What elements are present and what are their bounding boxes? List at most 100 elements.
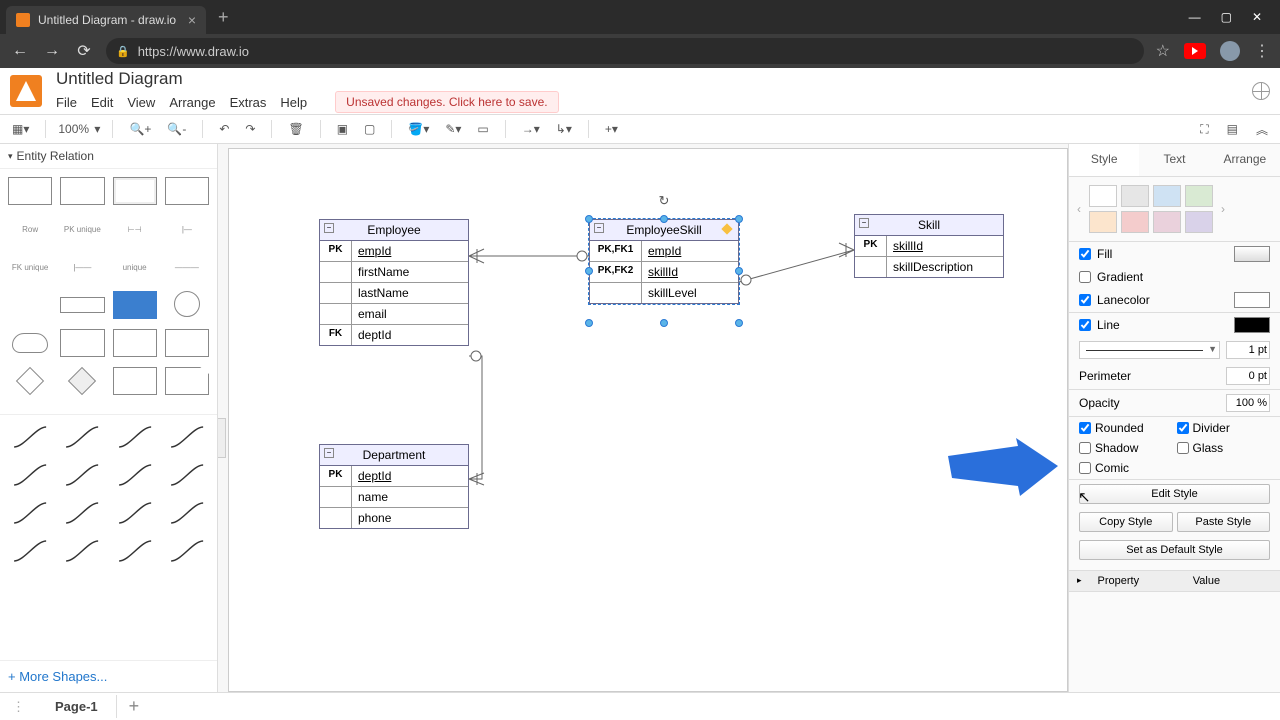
- fullscreen-icon[interactable]: ⛶: [1196, 119, 1212, 140]
- shape-divider[interactable]: ⊢⊣: [113, 215, 157, 243]
- gradient-checkbox[interactable]: [1079, 271, 1091, 283]
- shape-table-4[interactable]: [165, 177, 209, 205]
- more-shapes-button[interactable]: + More Shapes...: [0, 660, 217, 692]
- fill-checkbox[interactable]: [1079, 248, 1091, 260]
- profile-avatar[interactable]: [1220, 41, 1240, 61]
- star-icon[interactable]: ☆: [1156, 41, 1170, 61]
- line-width-input[interactable]: [1226, 341, 1270, 359]
- selection-handle[interactable]: [660, 319, 668, 327]
- shape-bar[interactable]: |—: [165, 215, 209, 243]
- canvas[interactable]: −Employee PKempIdfirstNamelastNameemailF…: [218, 144, 1068, 692]
- entity-employeeskill[interactable]: −EmployeeSkill PK,FK1empIdPK,FK2skillIds…: [589, 219, 739, 304]
- zoom-out-icon[interactable]: 🔍-: [163, 120, 190, 138]
- shape-table-2[interactable]: [60, 177, 104, 205]
- shape-connector[interactable]: [8, 423, 52, 451]
- entity-employee[interactable]: −Employee PKempIdfirstNamelastNameemailF…: [319, 219, 469, 346]
- to-back-button[interactable]: ▢: [360, 120, 379, 138]
- opacity-input[interactable]: [1226, 394, 1270, 412]
- rounded-checkbox[interactable]: [1079, 422, 1091, 434]
- selection-handle[interactable]: [585, 267, 593, 275]
- entity-row[interactable]: skillLevel: [590, 283, 738, 303]
- selection-handle[interactable]: [585, 319, 593, 327]
- shape-connector[interactable]: [165, 537, 209, 565]
- zoom-in-icon[interactable]: 🔍+: [125, 120, 155, 138]
- page-tab[interactable]: Page-1: [37, 695, 117, 718]
- line-checkbox[interactable]: [1079, 319, 1091, 331]
- shape-line-1[interactable]: |——: [60, 253, 104, 281]
- paste-style-button[interactable]: Paste Style: [1177, 512, 1271, 532]
- close-window-icon[interactable]: ✕: [1252, 10, 1262, 24]
- language-icon[interactable]: [1252, 82, 1270, 100]
- shape-connector[interactable]: [113, 537, 157, 565]
- browser-tab[interactable]: Untitled Diagram - draw.io ×: [6, 6, 206, 34]
- shape-connector[interactable]: [113, 423, 157, 451]
- entity-skill[interactable]: −Skill PKskillIdskillDescription: [854, 214, 1004, 278]
- reload-button[interactable]: ⟳: [74, 41, 94, 61]
- maximize-icon[interactable]: ▢: [1221, 10, 1232, 24]
- shadow-button[interactable]: ▭: [473, 120, 492, 138]
- lanecolor-chip[interactable]: [1234, 292, 1270, 308]
- menu-help[interactable]: Help: [280, 95, 307, 110]
- shape-table[interactable]: [8, 177, 52, 205]
- perimeter-input[interactable]: [1226, 367, 1270, 385]
- comic-checkbox[interactable]: [1079, 462, 1091, 474]
- entity-row[interactable]: email: [320, 304, 468, 325]
- selection-handle[interactable]: [585, 215, 593, 223]
- view-mode-button[interactable]: ▦▾: [8, 120, 33, 138]
- add-page-button[interactable]: +: [117, 696, 152, 717]
- selection-handle[interactable]: [735, 215, 743, 223]
- new-tab-button[interactable]: +: [206, 7, 241, 28]
- swatch[interactable]: [1185, 211, 1213, 233]
- shape-connector[interactable]: [113, 499, 157, 527]
- selection-handle[interactable]: [735, 319, 743, 327]
- shape-connector[interactable]: [8, 537, 52, 565]
- shape-entity-a[interactable]: [60, 329, 104, 357]
- swatch[interactable]: [1153, 211, 1181, 233]
- shape-pk-unique[interactable]: PK unique: [60, 215, 104, 243]
- swatch[interactable]: [1089, 211, 1117, 233]
- minimize-icon[interactable]: —: [1189, 10, 1201, 24]
- entity-row[interactable]: firstName: [320, 262, 468, 283]
- entity-row[interactable]: name: [320, 487, 468, 508]
- selection-handle[interactable]: [660, 215, 668, 223]
- entity-row[interactable]: skillDescription: [855, 257, 1003, 277]
- shape-hline[interactable]: ———: [165, 253, 209, 281]
- tab-text[interactable]: Text: [1139, 144, 1209, 176]
- fill-color-button[interactable]: 🪣▾: [404, 120, 433, 138]
- entity-row[interactable]: PK,FK1empId: [590, 241, 738, 262]
- shape-connector[interactable]: [60, 423, 104, 451]
- swatch[interactable]: [1185, 185, 1213, 207]
- shape-connector[interactable]: [8, 499, 52, 527]
- entity-row[interactable]: lastName: [320, 283, 468, 304]
- glass-checkbox[interactable]: [1177, 442, 1189, 454]
- swatch[interactable]: [1121, 211, 1149, 233]
- youtube-icon[interactable]: [1184, 43, 1206, 59]
- default-style-button[interactable]: Set as Default Style: [1079, 540, 1270, 560]
- shape-multi[interactable]: [113, 367, 157, 395]
- entity-row[interactable]: FKdeptId: [320, 325, 468, 345]
- shape-entity-b[interactable]: [113, 329, 157, 357]
- shape-row-label[interactable]: Row: [8, 215, 52, 243]
- shape-connector[interactable]: [60, 537, 104, 565]
- shape-connector[interactable]: [165, 423, 209, 451]
- insert-button[interactable]: +▾: [601, 120, 622, 138]
- shape-diamond-filled[interactable]: [68, 367, 96, 395]
- close-tab-icon[interactable]: ×: [188, 12, 196, 28]
- shape-attribute[interactable]: [174, 291, 200, 317]
- shape-entity-highlight[interactable]: [113, 291, 157, 319]
- forward-button[interactable]: →: [42, 42, 62, 60]
- doc-title[interactable]: Untitled Diagram: [56, 69, 559, 89]
- url-field[interactable]: 🔒 https://www.draw.io: [106, 38, 1144, 64]
- shape-cloud[interactable]: [8, 329, 52, 357]
- shape-connector[interactable]: [113, 461, 157, 489]
- back-button[interactable]: ←: [10, 42, 30, 60]
- entity-row[interactable]: PKdeptId: [320, 466, 468, 487]
- swatch[interactable]: [1089, 185, 1117, 207]
- connection-button[interactable]: →▾: [518, 120, 544, 138]
- redo-button[interactable]: ↷: [241, 120, 259, 138]
- rotate-handle-icon[interactable]: ↻: [657, 193, 671, 207]
- shape-fk-unique[interactable]: FK unique: [8, 253, 52, 281]
- fill-color-chip[interactable]: [1234, 246, 1270, 262]
- swatch-next-icon[interactable]: ›: [1217, 202, 1229, 216]
- menu-file[interactable]: File: [56, 95, 77, 110]
